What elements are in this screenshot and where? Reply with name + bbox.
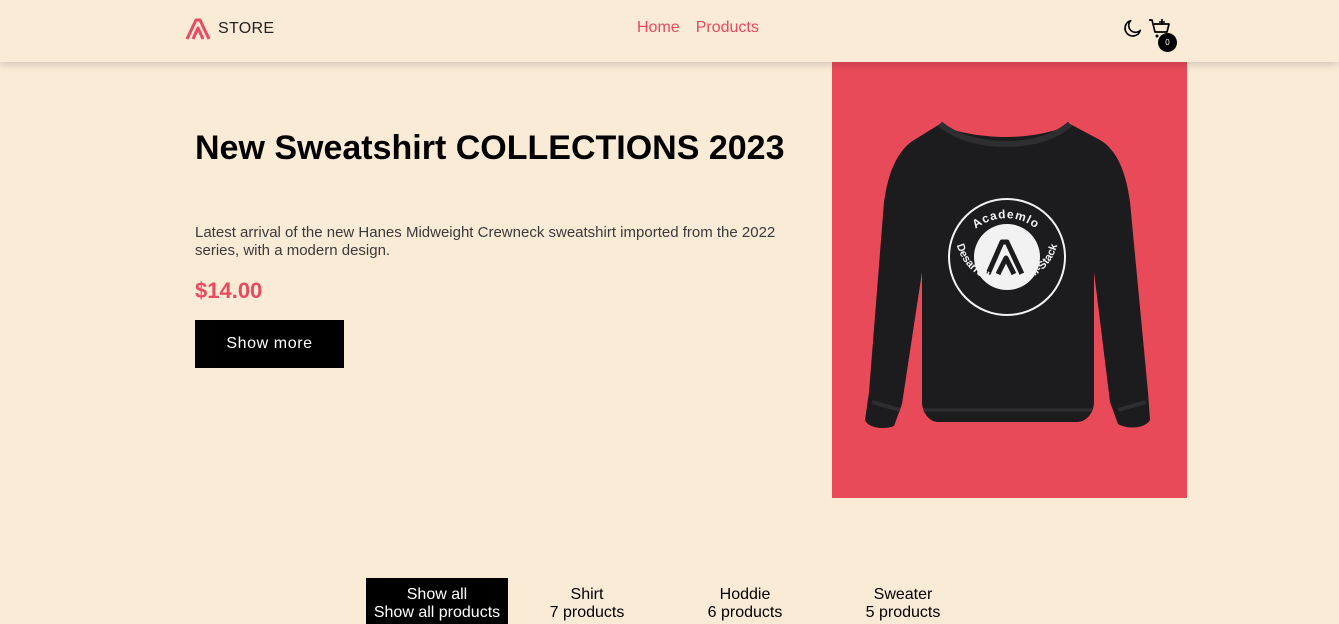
hero-title: New Sweatshirt COLLECTIONS 2023	[195, 129, 785, 167]
filter-count: 6 products	[707, 604, 783, 621]
hero-description: Latest arrival of the new Hanes Midweigh…	[195, 224, 776, 259]
store-logo[interactable]: STORE	[185, 18, 274, 40]
main-nav: Home Products	[637, 19, 759, 37]
nav-home[interactable]: Home	[637, 19, 680, 37]
filter-shirt[interactable]: Shirt 7 products	[508, 578, 666, 624]
filter-sweater[interactable]: Sweater 5 products	[824, 578, 982, 624]
filter-name: Hoddie	[719, 586, 771, 603]
logo-icon	[185, 18, 211, 40]
logo-text: STORE	[218, 20, 275, 37]
nav-products[interactable]: Products	[696, 19, 759, 37]
header-actions: 0	[1122, 17, 1177, 52]
show-more-button[interactable]: Show more	[195, 320, 344, 368]
filter-show-all[interactable]: Show all Show all products	[366, 578, 508, 624]
filter-count: 5 products	[865, 604, 941, 621]
hero-price: $14.00	[195, 278, 263, 303]
moon-icon[interactable]	[1122, 17, 1144, 39]
hero-product-image: Academlo Desarrollo Web Full-Stack	[832, 62, 1187, 498]
filter-hoddie[interactable]: Hoddie 6 products	[666, 578, 824, 624]
category-filters: Show all Show all products Shirt 7 produ…	[366, 578, 982, 624]
cart-count-badge: 0	[1158, 33, 1177, 52]
filter-name: Shirt	[570, 586, 604, 603]
sweatshirt-illustration: Academlo Desarrollo Web Full-Stack	[865, 121, 1150, 428]
filter-count: Show all products	[373, 604, 501, 621]
filter-count: 7 products	[549, 604, 625, 621]
filter-name: Show all	[406, 586, 468, 603]
cart-button[interactable]: 0	[1148, 17, 1177, 52]
filter-name: Sweater	[873, 586, 933, 603]
header: STORE Home Products 0	[0, 0, 1339, 62]
